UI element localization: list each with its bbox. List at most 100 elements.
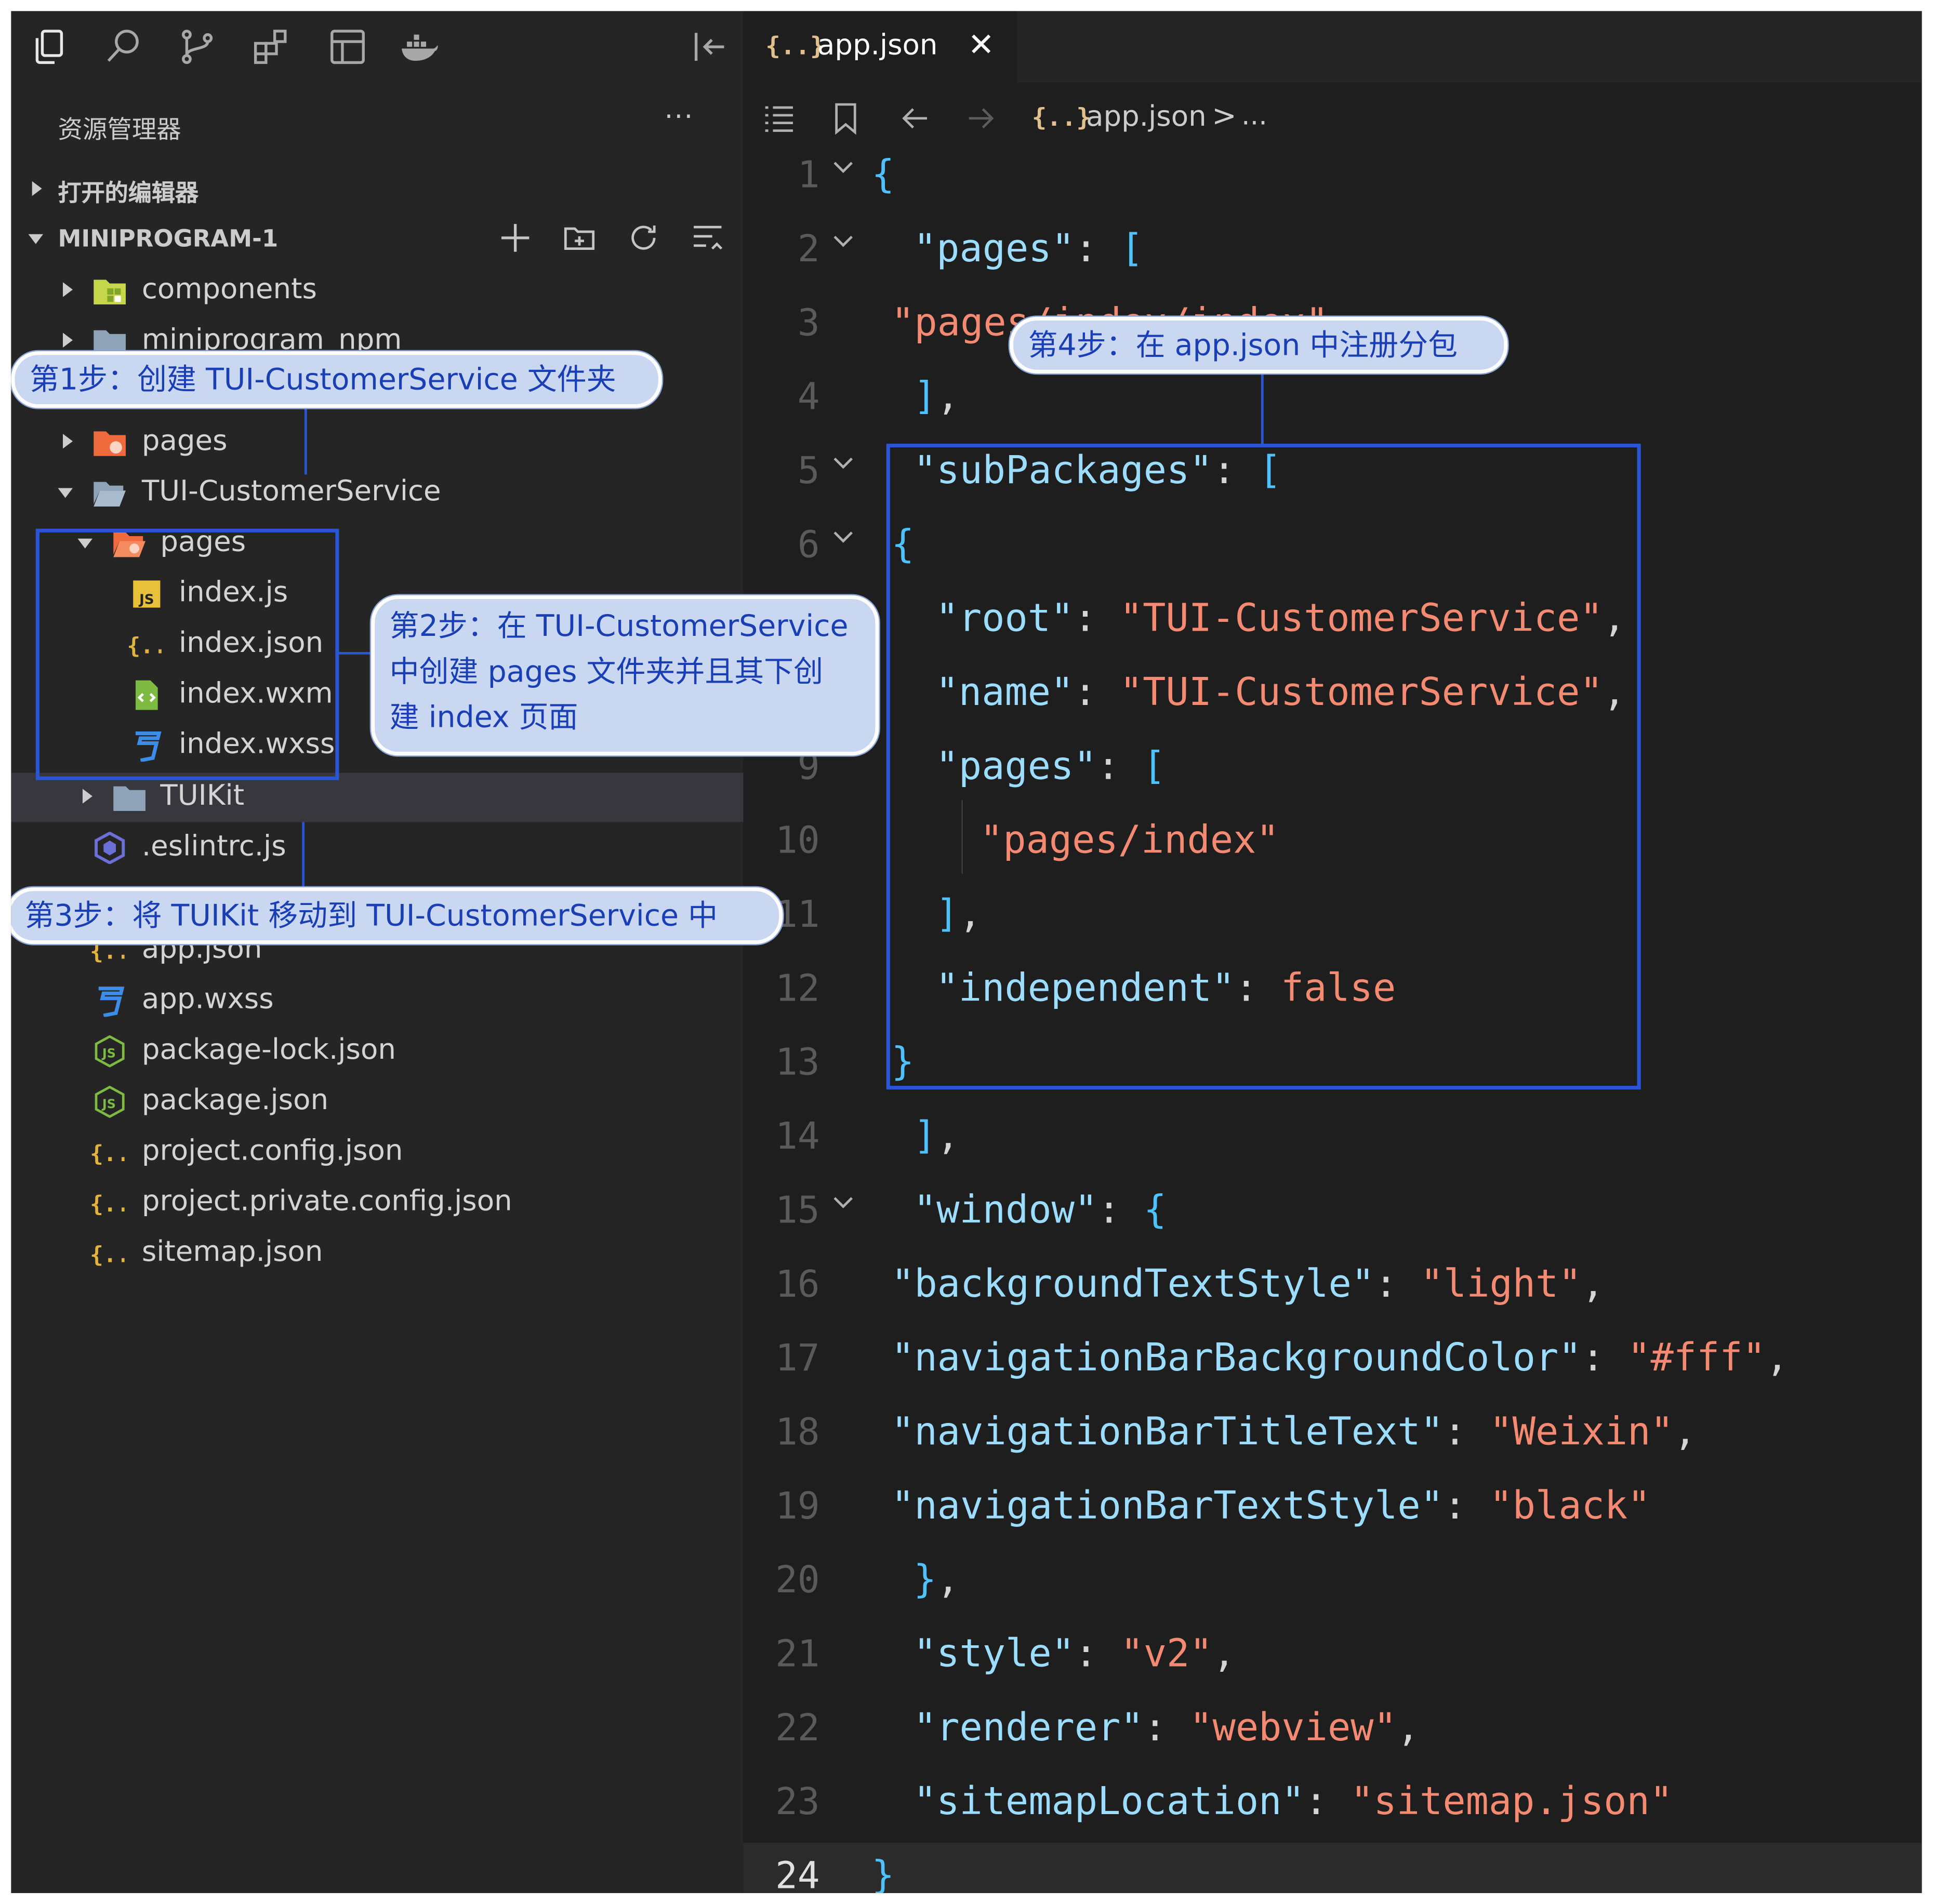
tree-item-package-lock[interactable]: JS package-lock.json (11, 1027, 743, 1076)
code-line[interactable]: 21 "style": "v2", (744, 1621, 1922, 1695)
tree-item-eslintrc[interactable]: .eslintrc.js (11, 823, 743, 873)
tree-item-pages[interactable]: pages (11, 418, 743, 467)
tree-item-project-config[interactable]: {..} project.config.json (11, 1128, 743, 1177)
callout-step2-text-1: 第2步：在 TUI-CustomerService (389, 608, 849, 644)
svg-text:JS: JS (101, 1046, 116, 1061)
callout-step3: 第3步：将 TUIKit 移动到 TUI-CustomerService 中 (11, 887, 783, 944)
source-control-icon[interactable] (176, 26, 218, 68)
line-number: 23 (775, 1781, 820, 1825)
code-line[interactable]: 14 ], (744, 1103, 1922, 1177)
breadcrumb-file[interactable]: app.json (1086, 101, 1207, 134)
code-line[interactable]: 23 "sitemapLocation": "sitemap.json" (744, 1768, 1922, 1842)
new-folder-icon[interactable] (561, 219, 600, 259)
docker-icon[interactable] (398, 26, 440, 68)
forward-arrow-icon[interactable] (963, 100, 1000, 137)
callout-step2-text-3: 建 index 页面 (389, 700, 578, 735)
json-file-icon: {..} (765, 31, 825, 61)
line-number: 13 (775, 1041, 820, 1085)
json-file-icon: {..} (90, 1136, 124, 1168)
svg-text:{..}: {..} (90, 1191, 124, 1217)
open-editors-section[interactable]: 打开的编辑器 (11, 164, 743, 214)
collapse-all-icon[interactable] (689, 219, 729, 259)
code-line[interactable]: 22 "renderer": "webview", (744, 1695, 1922, 1768)
line-number: 4 (797, 376, 820, 419)
fold-chevron-icon[interactable] (832, 233, 853, 250)
tree-item-label: .eslintrc.js (141, 830, 286, 863)
extensions-icon[interactable] (250, 26, 293, 68)
chevron-right-icon (62, 282, 73, 297)
chevron-right-icon (62, 434, 73, 449)
more-actions-button[interactable]: ··· (665, 102, 694, 133)
activity-bar (11, 11, 743, 83)
explorer-header: 资源管理器 ··· (11, 83, 743, 162)
callout-step1-text: 第1步：创建 TUI-CustomerService 文件夹 (29, 362, 616, 397)
code-line[interactable]: 17 "navigationBarBackgroundColor": "#fff… (744, 1325, 1922, 1399)
tab-bar: {..} app.json ✕ (743, 11, 1922, 83)
code-text: "navigationBarTextStyle": "black" (891, 1484, 1651, 1528)
code-text: "pages": [ (913, 227, 1144, 271)
code-line[interactable]: 20 }, (744, 1547, 1922, 1620)
code-line[interactable]: 4 ], (744, 364, 1922, 437)
search-icon[interactable] (102, 26, 144, 68)
bookmark-icon[interactable] (827, 100, 864, 137)
connector-line-step2 (335, 651, 373, 655)
chevron-right-icon (32, 181, 42, 196)
back-arrow-icon[interactable] (896, 100, 933, 137)
code-line[interactable]: 24 } (743, 1842, 1922, 1894)
tree-item-project-private-config[interactable]: {..} project.private.config.json (11, 1178, 743, 1228)
tree-item-tui-customer-service[interactable]: TUI-CustomerService (11, 469, 743, 518)
line-number: 16 (775, 1263, 820, 1307)
line-number: 14 (775, 1115, 820, 1159)
tree-item-label: package-lock.json (141, 1034, 396, 1067)
project-section[interactable]: MINIPROGRAM-1 (11, 215, 743, 264)
fold-chevron-icon[interactable] (832, 159, 853, 176)
tree-item-label: sitemap.json (141, 1236, 323, 1269)
annotation-box-step2 (35, 528, 339, 780)
line-number: 18 (775, 1411, 820, 1455)
code-line[interactable]: 19 "navigationBarTextStyle": "black" (744, 1473, 1922, 1547)
callout-step4: 第4步：在 app.json 中注册分包 (1009, 316, 1508, 374)
code-text: "style": "v2", (913, 1632, 1236, 1676)
code-text: "sitemapLocation": "sitemap.json" (913, 1779, 1673, 1825)
tab-app-json[interactable]: {..} app.json ✕ (743, 11, 1017, 83)
code-text: "navigationBarTitleText": "Weixin", (891, 1410, 1697, 1455)
new-file-icon[interactable] (497, 219, 536, 259)
fold-chevron-icon[interactable] (832, 1194, 853, 1211)
line-number: 22 (775, 1707, 820, 1750)
panel-collapse-icon[interactable] (689, 26, 731, 68)
tree-item-app-wxss[interactable]: app.wxss (11, 976, 743, 1026)
tree-item-label: TUI-CustomerService (141, 475, 441, 508)
eslint-file-icon (92, 832, 127, 864)
list-icon[interactable] (761, 100, 798, 137)
folder-open-icon (92, 477, 127, 509)
code-line[interactable]: 1 { (744, 142, 1922, 216)
callout-step4-text: 第4步：在 app.json 中注册分包 (1028, 328, 1458, 363)
svg-text:{..}: {..} (90, 1242, 124, 1268)
files-icon[interactable] (29, 26, 71, 68)
close-icon[interactable]: ✕ (968, 27, 995, 64)
fold-chevron-icon[interactable] (832, 455, 853, 472)
chevron-down-icon (28, 234, 44, 244)
fold-chevron-icon[interactable] (832, 529, 853, 546)
tree-item-label: app.wxss (141, 983, 274, 1016)
code-line[interactable]: 2 "pages": [ (744, 216, 1922, 289)
breadcrumb-more[interactable]: ... (1241, 101, 1267, 132)
folder-icon (112, 781, 147, 814)
tree-item-components[interactable]: components (11, 266, 743, 315)
layout-icon[interactable] (327, 26, 369, 68)
refresh-icon[interactable] (625, 219, 665, 259)
line-number: 5 (797, 449, 820, 493)
code-line[interactable]: 16 "backgroundTextStyle": "light", (744, 1251, 1922, 1325)
code-line[interactable]: 15 "window": { (744, 1177, 1922, 1251)
code-line[interactable]: 18 "navigationBarTitleText": "Weixin", (744, 1399, 1922, 1473)
line-number: 2 (797, 228, 820, 271)
line-number: 15 (775, 1189, 820, 1233)
callout-step1: 第1步：创建 TUI-CustomerService 文件夹 (11, 351, 662, 408)
explorer-toolbar (492, 219, 738, 259)
tree-item-sitemap[interactable]: {..} sitemap.json (11, 1229, 743, 1278)
tree-item-package-json[interactable]: JS package.json (11, 1077, 743, 1126)
code-text: "window": { (913, 1188, 1167, 1233)
tree-item-label: package.json (141, 1084, 329, 1117)
chevron-right-icon (62, 332, 73, 348)
code-text: "navigationBarBackgroundColor": "#fff", (891, 1336, 1789, 1381)
